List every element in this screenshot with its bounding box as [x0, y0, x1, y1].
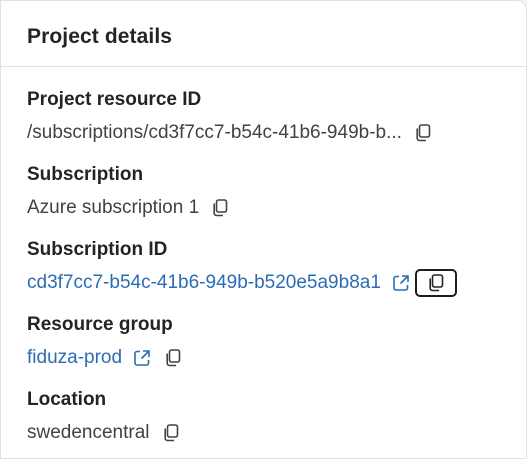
copy-icon: [166, 349, 181, 367]
location-row: swedencentral: [27, 419, 182, 447]
field-project-resource-id: Project resource ID /subscriptions/cd3f7…: [27, 88, 434, 147]
copy-subscription-button[interactable]: [209, 197, 231, 219]
open-resource-group-button[interactable]: [132, 348, 152, 368]
resource-group-row: fiduza-prod: [27, 344, 184, 372]
copy-icon: [163, 424, 178, 442]
location-label: Location: [27, 389, 107, 410]
card-header: Project details: [1, 1, 526, 67]
copy-resource-group-button[interactable]: [162, 347, 184, 369]
subscription-label: Subscription: [27, 164, 144, 185]
field-location: Location swedencentral: [27, 388, 182, 447]
project-resource-id-row: /subscriptions/cd3f7cc7-b54c-41b6-949b-b…: [27, 119, 434, 147]
field-subscription-id: Subscription ID cd3f7cc7-b54c-41b6-949b-…: [27, 238, 457, 297]
field-resource-group: Resource group fiduza-prod: [27, 313, 184, 372]
project-resource-id-label: Project resource ID: [27, 89, 202, 110]
subscription-value: Azure subscription 1: [27, 197, 200, 218]
open-external-icon: [134, 350, 150, 366]
project-resource-id-value: /subscriptions/cd3f7cc7-b54c-41b6-949b-b…: [27, 122, 402, 143]
resource-group-label: Resource group: [27, 314, 173, 335]
project-details-card: Project details Project resource ID /sub…: [0, 0, 527, 459]
copy-icon: [213, 199, 228, 217]
subscription-id-label: Subscription ID: [27, 239, 168, 260]
copy-subscription-id-button[interactable]: [414, 269, 457, 297]
subscription-id-row: cd3f7cc7-b54c-41b6-949b-b520e5a9b8a1: [27, 269, 457, 297]
subscription-id-link[interactable]: cd3f7cc7-b54c-41b6-949b-b520e5a9b8a1: [27, 271, 381, 295]
subscription-row: Azure subscription 1: [27, 194, 231, 222]
field-subscription: Subscription Azure subscription 1: [27, 163, 231, 222]
location-value: swedencentral: [27, 422, 150, 443]
copy-icon: [416, 124, 431, 142]
copy-project-resource-id-button[interactable]: [412, 122, 434, 144]
copy-location-button[interactable]: [160, 422, 182, 444]
card-title: Project details: [27, 25, 173, 48]
open-external-icon: [393, 275, 409, 291]
copy-icon: [429, 274, 444, 292]
resource-group-link[interactable]: fiduza-prod: [27, 346, 122, 370]
open-subscription-id-button[interactable]: [391, 273, 411, 293]
